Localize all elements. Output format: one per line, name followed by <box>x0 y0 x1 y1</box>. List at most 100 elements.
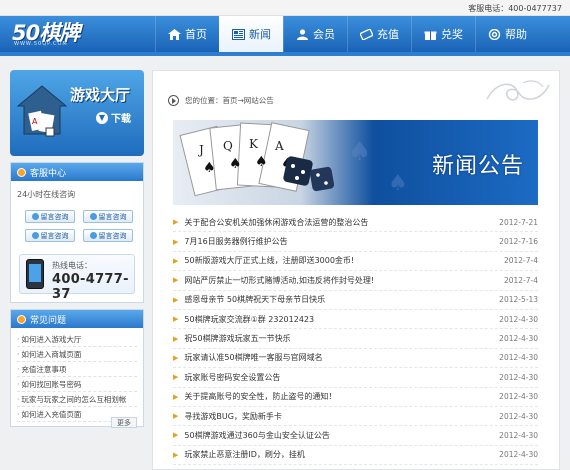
news-title[interactable]: 50新版游戏大厅正式上线，注册即送3000金币! <box>184 255 490 266</box>
news-item[interactable]: ▶ 网站严厉禁止一切形式赌博活动,如违反将作封号处理! 2012-7-4 <box>173 271 538 291</box>
newspaper-icon <box>232 28 245 40</box>
news-item[interactable]: ▶ 玩家账号密码安全设置公告 2012-4-30 <box>173 368 538 388</box>
svg-text:♠: ♠ <box>229 156 242 172</box>
arrow-icon: ▶ <box>173 412 179 421</box>
svg-text:Q: Q <box>223 139 233 153</box>
arrow-icon: ▶ <box>173 431 179 440</box>
news-title[interactable]: 祝50棋牌游戏玩家五一节快乐 <box>184 333 490 344</box>
nav-redeem-label: 兑奖 <box>441 28 463 41</box>
site-logo[interactable]: 50棋牌 WWW.50QP.COM <box>12 19 102 49</box>
news-title[interactable]: 50棋牌游戏通过360与金山安全认证公告 <box>184 430 490 441</box>
svg-text:♠: ♠ <box>255 154 268 170</box>
nav-news[interactable]: 新闻 <box>219 16 283 52</box>
hotline-box: 热线电话： 400-4777-37 <box>19 254 135 302</box>
faq-panel-header: 常见问题 <box>11 310 143 328</box>
game-house-icon: A <box>16 85 68 137</box>
nav-recharge[interactable]: 充值 <box>347 16 411 52</box>
news-title[interactable]: 网站严厉禁止一切形式赌博活动,如违反将作封号处理! <box>184 275 490 286</box>
news-item[interactable]: ▶ 玩家请认准50棋牌唯一客服与官网域名 2012-4-30 <box>173 349 538 369</box>
news-panel: 您的位置：首页→网站公告 J Q K A ♠ ♠ ♠ ♠ ♠ ♠ 新闻公告 <box>152 70 560 470</box>
news-item[interactable]: ▶ 50棋牌玩家交流群①群 232012423 2012-4-30 <box>173 310 538 330</box>
faq-title: 常见问题 <box>30 315 67 326</box>
svg-text:A: A <box>32 117 38 126</box>
gift-icon <box>424 29 437 40</box>
nav-home[interactable]: 首页 <box>155 16 219 52</box>
news-item[interactable]: ▶ 关于配合公安机关加强休闲游戏合法运营的整治公告 2012-7-21 <box>173 213 538 233</box>
service-title: 客服中心 <box>30 168 67 179</box>
svg-text:A: A <box>274 139 284 153</box>
news-item[interactable]: ▶ 祝50棋牌游戏玩家五一节快乐 2012-4-30 <box>173 329 538 349</box>
news-item[interactable]: ▶ 50棋牌游戏通过360与金山安全认证公告 2012-4-30 <box>173 426 538 446</box>
faq-more-button[interactable]: 更多 <box>111 417 137 428</box>
news-title[interactable]: 玩家账号密码安全设置公告 <box>184 372 490 383</box>
consult-button[interactable]: 留言咨询 <box>83 210 133 223</box>
news-date: 2012-7-4 <box>503 275 538 285</box>
logo-url: WWW.50QP.COM <box>14 41 68 47</box>
news-date: 2012-4-30 <box>499 334 538 344</box>
news-title[interactable]: 7月16日服务器例行维护公告 <box>184 236 490 247</box>
svg-text:K: K <box>249 137 259 151</box>
news-title[interactable]: 关于配合公安机关加强休闲游戏合法运营的整治公告 <box>184 217 490 228</box>
faq-item[interactable]: 如何找回账号密码 <box>17 377 137 392</box>
breadcrumb-text: 您的位置：首页→网站公告 <box>185 96 274 105</box>
consult-button[interactable]: 留言咨询 <box>25 210 75 223</box>
news-title[interactable]: 寻找游戏BUG，奖励新手卡 <box>184 411 490 422</box>
faq-panel: 常见问题 如何进入游戏大厅 如何进入商城页面 充值注意事项 如何找回账号密码 玩… <box>10 309 144 428</box>
header-divider <box>0 52 570 56</box>
game-hall-banner[interactable]: A 游戏大厅 ▼ 下载 <box>10 70 144 156</box>
hall-download-button[interactable]: ▼ 下载 <box>96 110 131 125</box>
faq-item[interactable]: 充值注意事项 <box>17 362 137 377</box>
news-item[interactable]: ▶ 7月16日服务器例行维护公告 2012-7-16 <box>173 232 538 252</box>
hotline-text: 客服电话：400-0477737 <box>468 4 562 13</box>
svg-text:J: J <box>197 143 204 157</box>
news-item[interactable]: ▶ 50新版游戏大厅正式上线，注册即送3000金币! 2012-7-4 <box>173 252 538 272</box>
consult-label: 留言咨询 <box>98 212 127 221</box>
news-date: 2012-7-21 <box>499 217 538 227</box>
arrow-icon: ▶ <box>173 373 179 382</box>
decorative-swirl-icon <box>486 80 550 101</box>
news-item[interactable]: ▶ 感恩母亲节 50棋牌祝天下母亲节日快乐 2012-5-13 <box>173 291 538 310</box>
consult-button[interactable]: 留言咨询 <box>25 229 75 242</box>
nav-help-label: 帮助 <box>505 28 527 41</box>
news-date: 2012-4-30 <box>499 450 538 460</box>
faq-item[interactable]: 如何进入商城页面 <box>17 347 137 362</box>
svg-text:♠: ♠ <box>348 137 371 167</box>
svg-text:♠: ♠ <box>388 171 408 196</box>
play-circle-icon <box>168 95 179 106</box>
news-item[interactable]: ▶ 寻找游戏BUG，奖励新手卡 2012-4-30 <box>173 407 538 427</box>
consult-button[interactable]: 留言咨询 <box>83 229 133 242</box>
consult-label: 留言咨询 <box>98 231 127 240</box>
chat-icon <box>89 232 97 239</box>
news-title[interactable]: 玩家请认准50棋牌唯一客服与官网域名 <box>184 352 490 363</box>
news-title[interactable]: 关于提高账号的安全性，防止盗号的通知！ <box>184 391 490 402</box>
chat-icon <box>31 213 39 220</box>
faq-item[interactable]: 玩家与玩家之间的怎么互相划帐 <box>17 392 137 407</box>
arrow-icon: ▶ <box>173 392 179 401</box>
news-date: 2012-4-30 <box>499 314 538 324</box>
faq-list: 如何进入游戏大厅 如何进入商城页面 充值注意事项 如何找回账号密码 玩家与玩家之… <box>11 328 143 426</box>
news-date: 2012-5-13 <box>499 295 538 305</box>
news-title[interactable]: 50棋牌玩家交流群①群 232012423 <box>184 314 490 325</box>
user-icon <box>296 28 309 40</box>
nav-help[interactable]: 帮助 <box>475 16 539 52</box>
chat-icon <box>89 213 97 220</box>
nav-member[interactable]: 会员 <box>283 16 347 52</box>
service-panel: 客服中心 24小时在线咨询 留言咨询 留言咨询 留言咨询 留言咨询 热线电话： … <box>10 162 144 303</box>
arrow-icon: ▶ <box>173 276 179 285</box>
news-date: 2012-4-30 <box>499 372 538 382</box>
breadcrumb: 您的位置：首页→网站公告 <box>168 95 274 106</box>
nav-redeem[interactable]: 兑奖 <box>411 16 475 52</box>
news-item[interactable]: ▶ 关于提高账号的安全性，防止盗号的通知！ 2012-4-30 <box>173 388 538 407</box>
arrow-icon: ▶ <box>173 450 179 459</box>
news-item[interactable]: ▶ 玩家禁止恶意注册ID，刷分，挂机 2012-4-30 <box>173 446 538 466</box>
hotline-number: 400-4777-37 <box>52 272 129 302</box>
consult-buttons: 留言咨询 留言咨询 留言咨询 留言咨询 <box>11 200 143 248</box>
hall-download-label: 下载 <box>111 114 131 125</box>
banner-title: 新闻公告 <box>431 154 524 179</box>
service-panel-header: 客服中心 <box>11 163 143 181</box>
faq-item[interactable]: 如何进入游戏大厅 <box>17 332 137 347</box>
card-icon <box>360 28 373 40</box>
news-title[interactable]: 感恩母亲节 50棋牌祝天下母亲节日快乐 <box>184 294 490 305</box>
news-title[interactable]: 玩家禁止恶意注册ID，刷分，挂机 <box>184 449 490 460</box>
news-date: 2012-4-30 <box>499 430 538 440</box>
